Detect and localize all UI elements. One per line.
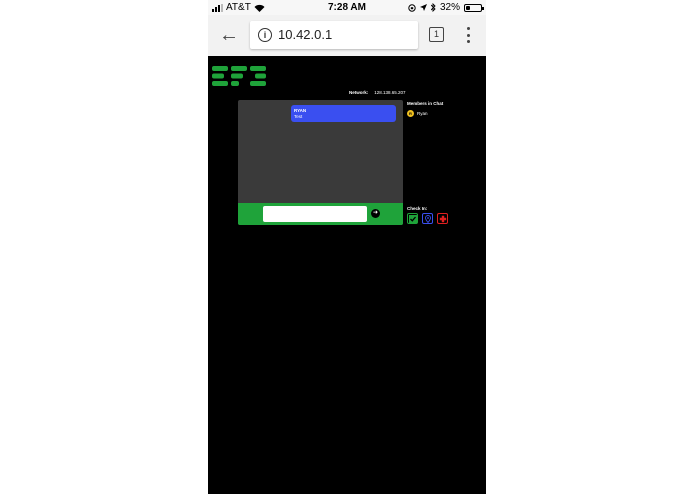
phone-screen: AT&T 7:28 AM 32% ← i 10.42.0.1 1 Network…: [208, 0, 486, 494]
checkin-emergency-button[interactable]: [437, 213, 448, 224]
orientation-lock-icon: [408, 3, 416, 12]
chat-message: RYAN Test: [291, 105, 396, 122]
network-info: Network: 128.138.65.207: [349, 90, 406, 95]
status-bar: AT&T 7:28 AM 32%: [208, 0, 486, 15]
checkin-heading: Check In:: [407, 206, 428, 211]
bluetooth-icon: [430, 3, 436, 12]
efi-logo: [212, 66, 266, 86]
checkin-ok-button[interactable]: [407, 213, 418, 224]
member-item: R Ryan: [407, 110, 428, 117]
battery-fill: [466, 5, 470, 10]
location-pin-icon: [424, 214, 431, 223]
tab-switcher-button[interactable]: 1: [429, 27, 444, 42]
network-label: Network:: [349, 90, 369, 95]
web-content: Network: 128.138.65.207 RYAN Test ➜ Membe…: [208, 56, 486, 494]
back-arrow-icon[interactable]: ←: [218, 23, 240, 47]
checkin-location-button[interactable]: [422, 213, 433, 224]
message-composer: ➜: [238, 203, 403, 225]
overflow-menu-icon[interactable]: [467, 27, 471, 43]
url-text: 10.42.0.1: [278, 27, 333, 42]
send-arrow-icon[interactable]: ➜: [371, 209, 380, 218]
browser-toolbar: ← i 10.42.0.1 1: [208, 15, 486, 56]
message-text: Test: [294, 114, 303, 119]
network-address: 128.138.65.207: [374, 90, 406, 95]
member-name: Ryan: [417, 111, 428, 116]
members-heading: Members in Chat: [407, 101, 444, 106]
battery-percent: 32%: [439, 2, 460, 13]
battery-icon: [464, 3, 484, 12]
checkmark-icon: [408, 214, 417, 223]
medical-cross-icon: [439, 215, 446, 222]
avatar: R: [407, 110, 414, 117]
address-bar[interactable]: i 10.42.0.1: [250, 21, 418, 49]
chat-panel: RYAN Test ➜: [238, 100, 403, 225]
message-sender: RYAN: [294, 108, 307, 113]
message-input[interactable]: [263, 206, 367, 222]
info-icon[interactable]: i: [258, 28, 272, 42]
location-arrow-icon: [419, 4, 427, 11]
